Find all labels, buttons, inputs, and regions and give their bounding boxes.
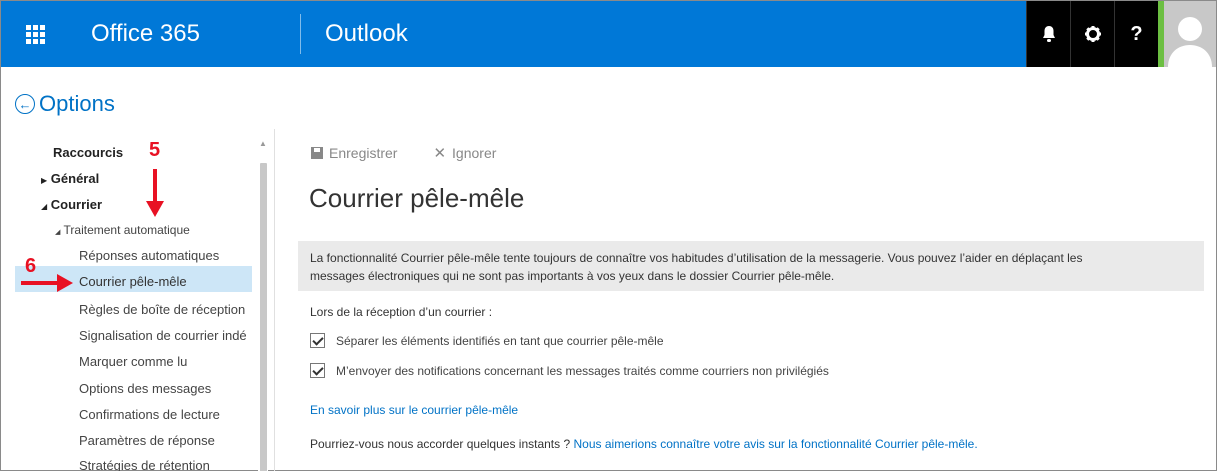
waffle-icon <box>25 24 45 44</box>
separate-clutter-option[interactable]: Séparer les éléments identifiés en tant … <box>310 333 664 348</box>
nav-auto-processing-label: Traitement automatique <box>63 223 190 237</box>
nav-item-clutter[interactable]: Courrier pêle-mêle <box>79 274 187 289</box>
scroll-up-icon[interactable]: ▲ <box>259 139 267 148</box>
feedback-text: Pourriez-vous nous accorder quelques ins… <box>310 437 978 451</box>
gear-icon <box>1084 26 1101 42</box>
info-box: La fonctionnalité Courrier pêle-mêle ten… <box>298 241 1204 291</box>
nav-mail-label: Courrier <box>50 197 103 212</box>
learn-more-link[interactable]: En savoir plus sur le courrier pêle-mêle <box>310 403 518 417</box>
notify-clutter-label: M’envoyer des notifications concernant l… <box>336 363 829 378</box>
notify-clutter-option[interactable]: M’envoyer des notifications concernant l… <box>310 363 829 378</box>
bell-icon <box>1042 26 1055 42</box>
brand-title[interactable]: Office 365 <box>69 14 301 54</box>
pane-divider <box>274 129 275 471</box>
save-button[interactable]: Enregistrer <box>311 145 397 161</box>
nav-shortcuts[interactable]: Raccourcis <box>53 145 123 160</box>
left-navigation: Raccourcis ▶ Général ◢ Courrier ◢ Traite… <box>1 131 271 471</box>
nav-item-message-options[interactable]: Options des messages <box>79 381 211 396</box>
avatar[interactable] <box>1164 1 1216 67</box>
app-launcher-button[interactable] <box>1 1 69 67</box>
nav-mail[interactable]: ◢ Courrier <box>41 197 102 212</box>
feedback-link[interactable]: Nous aimerions connaître votre avis sur … <box>574 437 978 451</box>
info-line-2: messages électroniques qui ne sont pas i… <box>310 269 835 283</box>
nav-general-label: Général <box>50 171 100 186</box>
discard-button[interactable]: ✕ Ignorer <box>433 144 496 162</box>
nav-item-reply-settings[interactable]: Paramètres de réponse <box>79 433 215 448</box>
close-icon: ✕ <box>433 145 447 162</box>
nav-scrollbar-thumb[interactable] <box>260 163 267 471</box>
discard-label: Ignorer <box>452 145 497 161</box>
nav-item-retention-policies[interactable]: Stratégies de rétention <box>79 458 210 471</box>
nav-auto-processing[interactable]: ◢ Traitement automatique <box>55 223 190 237</box>
back-arrow-icon: ← <box>15 94 35 114</box>
collapse-arrow-icon: ◢ <box>41 202 48 211</box>
right-arrow-annotation-icon <box>21 274 73 292</box>
separate-clutter-checkbox[interactable] <box>310 333 325 348</box>
collapse-arrow-icon: ◢ <box>55 229 61 236</box>
notifications-button[interactable] <box>1026 1 1070 67</box>
toolbar: Enregistrer ✕ Ignorer <box>311 144 532 162</box>
nav-item-automatic-replies[interactable]: Réponses automatiques <box>79 248 219 263</box>
info-line-1: La fonctionnalité Courrier pêle-mêle ten… <box>310 251 1083 265</box>
nav-item-mark-as-read[interactable]: Marquer comme lu <box>79 354 187 369</box>
save-icon <box>311 147 323 159</box>
user-silhouette-icon <box>1168 17 1212 67</box>
nav-item-inbox-rules[interactable]: Règles de boîte de réception <box>79 302 245 317</box>
nav-general[interactable]: ▶ Général <box>41 171 99 186</box>
top-bar: Office 365 Outlook ? <box>1 1 1216 67</box>
app-title[interactable]: Outlook <box>301 20 408 48</box>
expand-arrow-icon: ▶ <box>41 176 48 185</box>
page-title: Courrier pêle-mêle <box>309 183 525 213</box>
separate-clutter-label: Séparer les éléments identifiés en tant … <box>336 333 664 348</box>
feedback-prefix: Pourriez-vous nous accorder quelques ins… <box>310 437 571 451</box>
options-back-link[interactable]: ← Options <box>15 91 115 117</box>
down-arrow-annotation-icon <box>146 169 164 217</box>
annotation-step-5: 5 <box>149 139 161 161</box>
save-label: Enregistrer <box>329 145 398 161</box>
help-button[interactable]: ? <box>1114 1 1158 67</box>
nav-item-junk-reporting[interactable]: Signalisation de courrier indé <box>79 328 259 343</box>
help-icon: ? <box>1130 22 1143 45</box>
header-actions: ? <box>1026 1 1216 67</box>
notify-clutter-checkbox[interactable] <box>310 363 325 378</box>
settings-button[interactable] <box>1070 1 1114 67</box>
options-title: Options <box>39 91 115 116</box>
nav-item-read-receipts[interactable]: Confirmations de lecture <box>79 407 220 422</box>
on-receive-label: Lors de la réception d’un courrier : <box>310 305 493 319</box>
